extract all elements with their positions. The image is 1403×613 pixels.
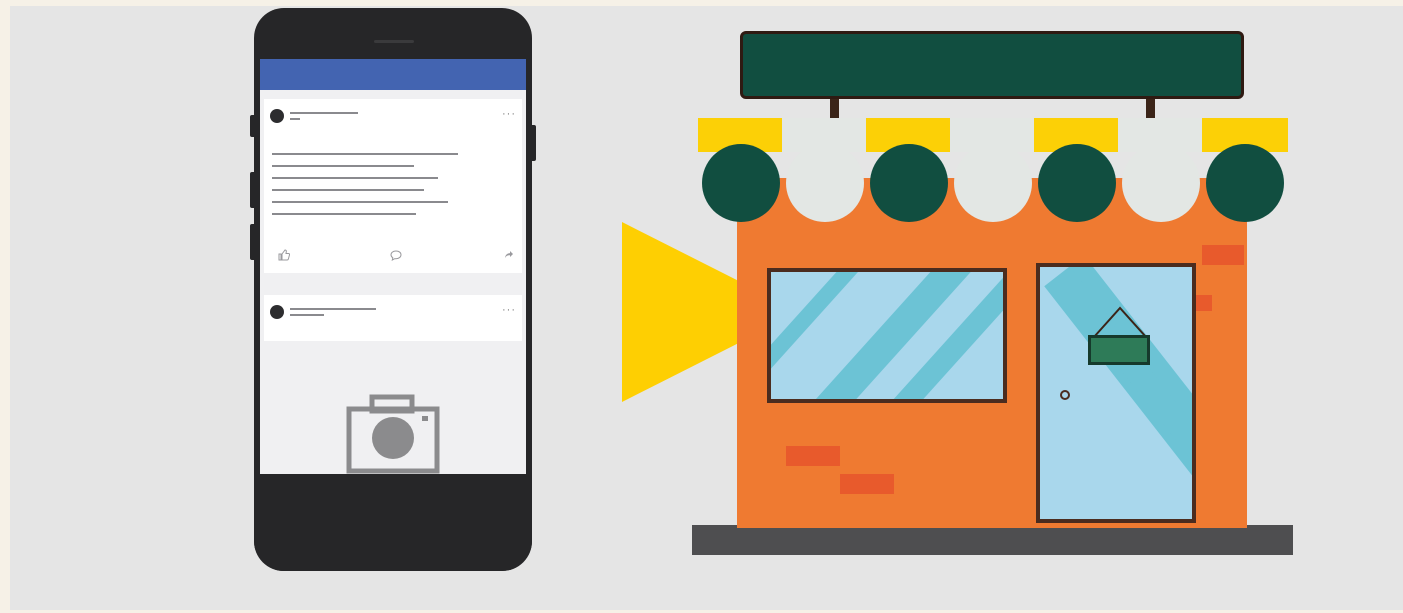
awning-scallop xyxy=(870,144,948,222)
store-door xyxy=(1036,263,1196,523)
sign-post xyxy=(830,96,839,120)
door-knob xyxy=(1060,390,1070,400)
awning-scallop xyxy=(954,144,1032,222)
sign-string xyxy=(1093,306,1147,338)
wall-brick xyxy=(786,446,840,466)
store-window xyxy=(767,268,1007,403)
awning-scallop xyxy=(786,144,864,222)
sign-post xyxy=(1146,96,1155,120)
awning-scallop xyxy=(702,144,780,222)
storefront xyxy=(0,0,1403,613)
awning-scallop xyxy=(1038,144,1116,222)
hanging-sign xyxy=(1088,335,1150,365)
store-awning xyxy=(698,118,1288,228)
awning-scallop xyxy=(1206,144,1284,222)
sidewalk xyxy=(692,525,1293,555)
illustration-canvas: ··· ··· xyxy=(10,6,1403,610)
awning-scallop xyxy=(1122,144,1200,222)
wall-brick xyxy=(840,474,894,494)
wall-brick xyxy=(1202,245,1244,265)
store-sign xyxy=(740,31,1244,99)
wall-brick xyxy=(1196,295,1212,311)
